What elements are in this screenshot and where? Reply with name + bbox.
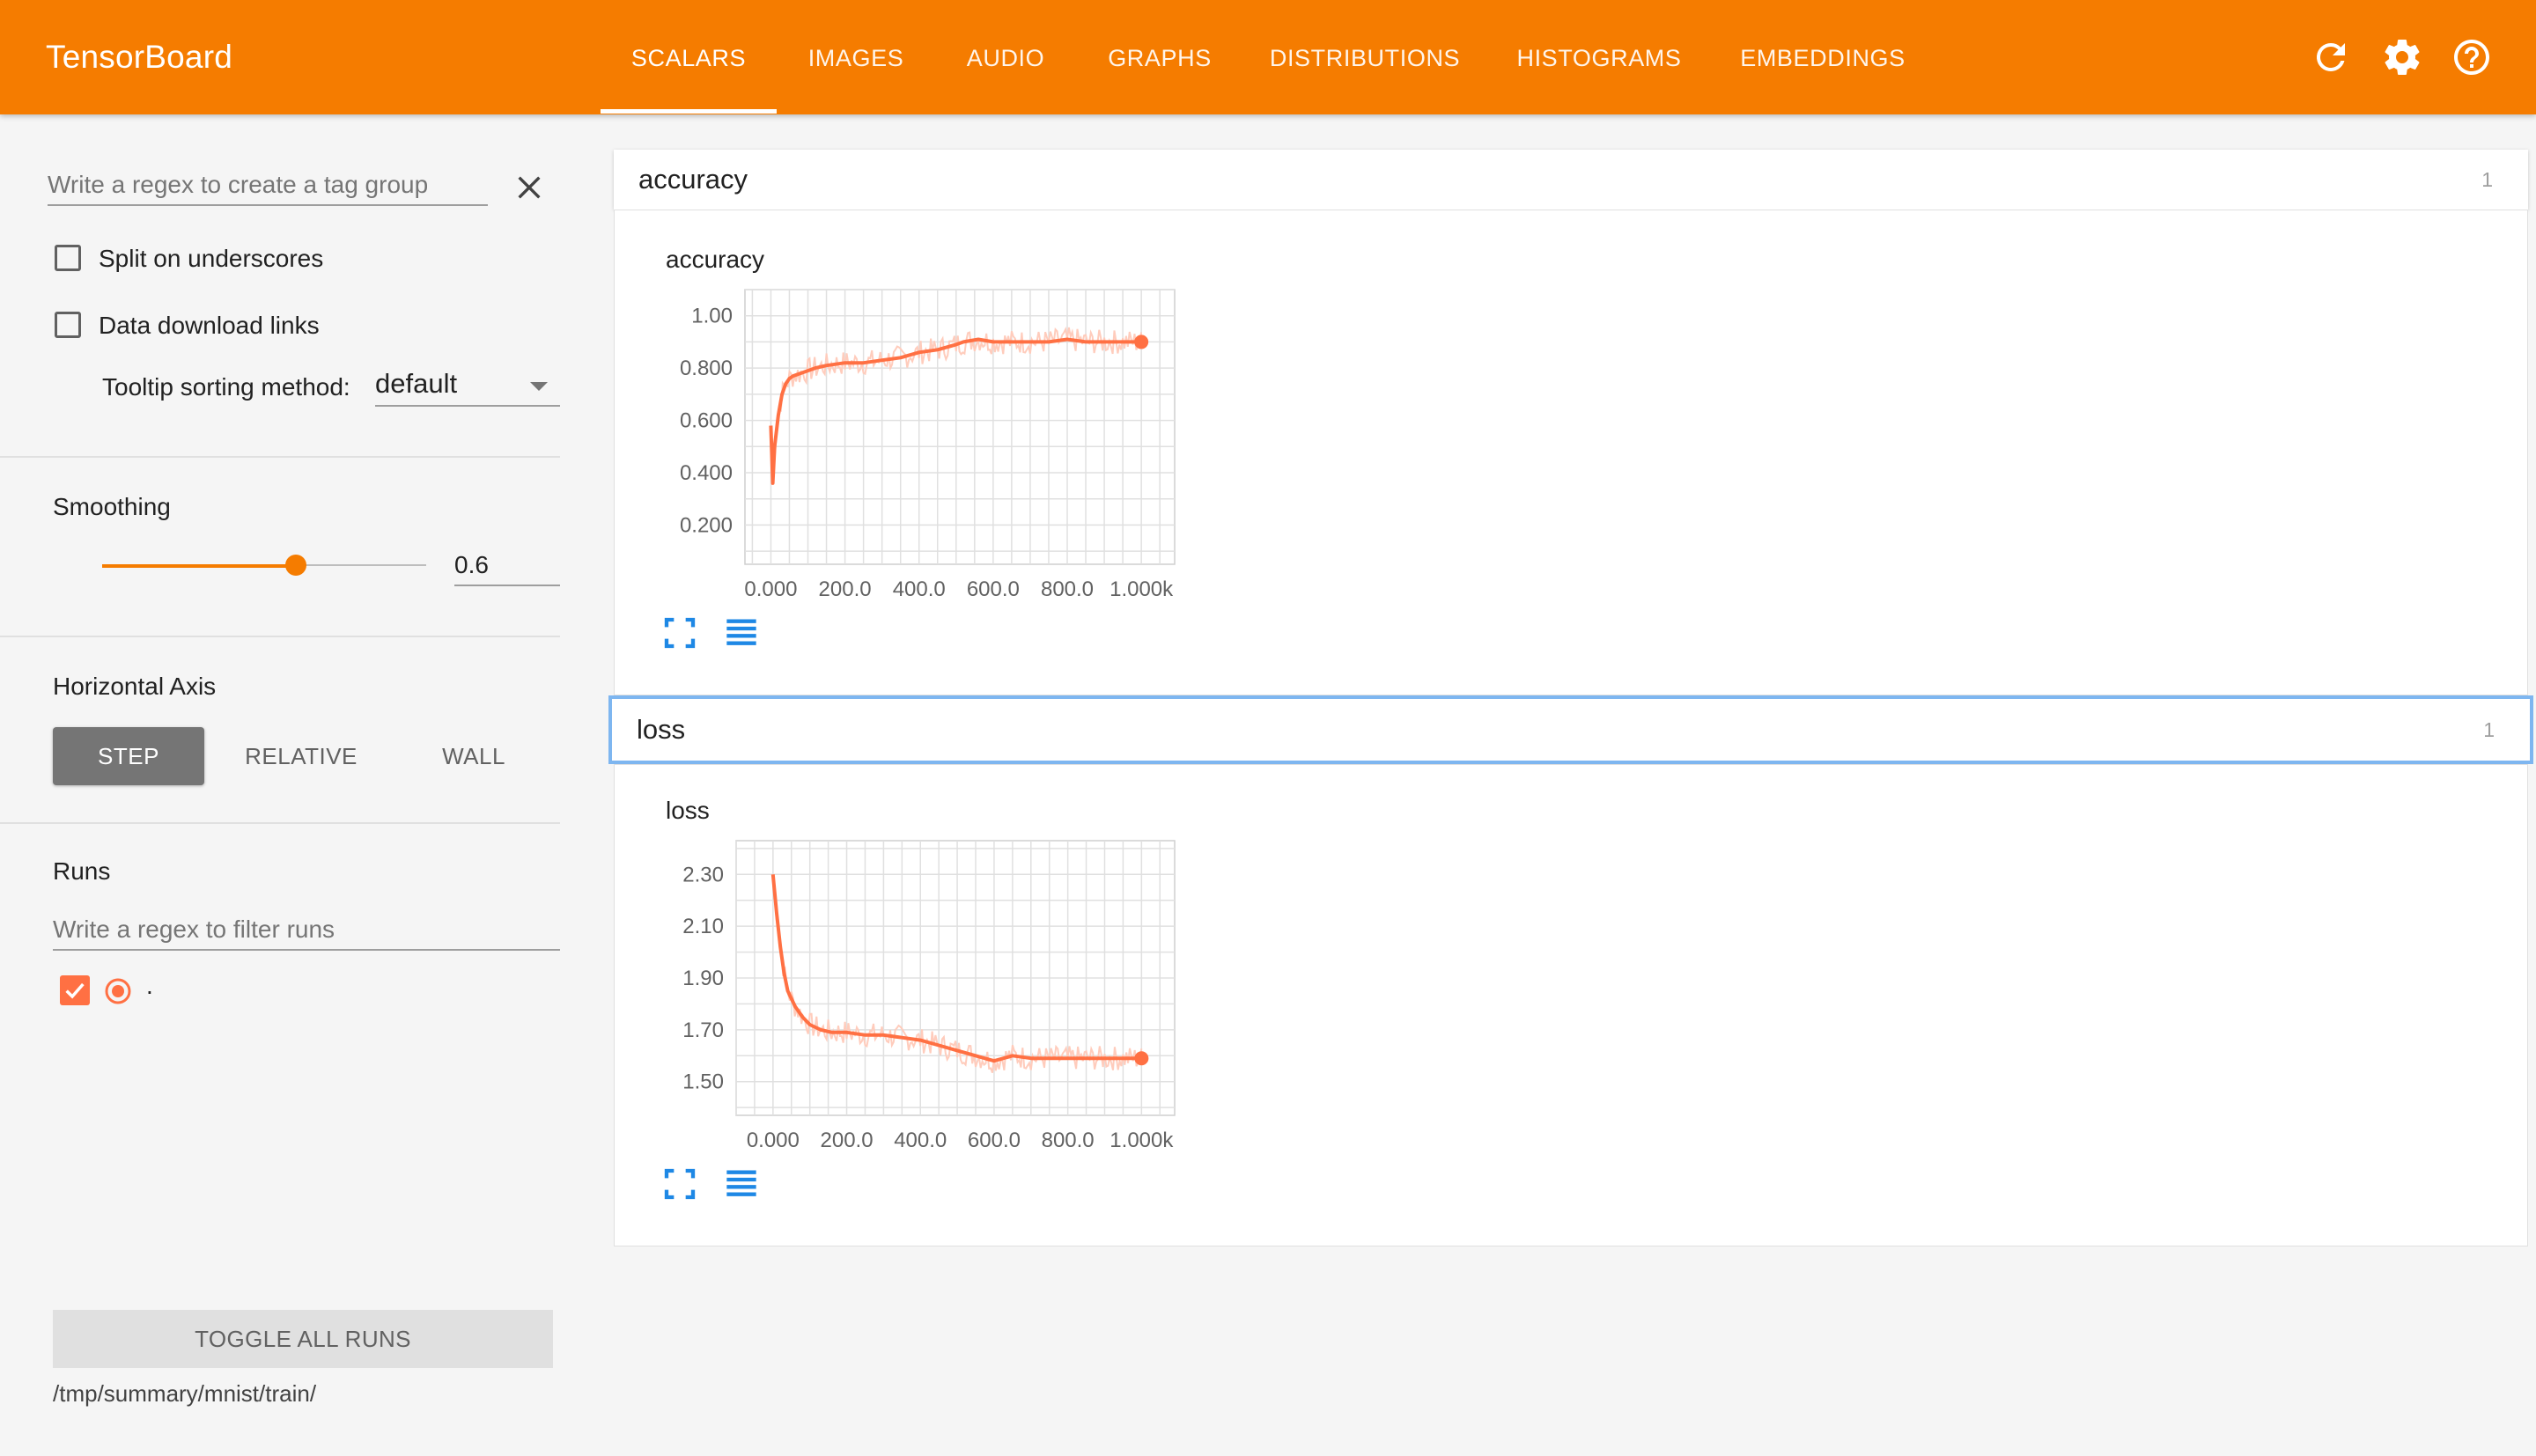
x-tick-label: 200.0 — [821, 1129, 874, 1152]
run-checkbox[interactable] — [60, 975, 90, 1005]
tab-distributions[interactable]: DISTRIBUTIONS — [1261, 0, 1469, 114]
x-tick-label: 800.0 — [1042, 1129, 1095, 1152]
plot-frame — [744, 289, 1176, 565]
split-underscores-checkbox[interactable] — [55, 245, 81, 271]
sidebar-divider — [0, 456, 560, 458]
dropdown-arrow-icon[interactable] — [528, 380, 549, 393]
smoothing-label: Smoothing — [53, 493, 171, 520]
x-tick-label: 1.000k — [1110, 1129, 1174, 1152]
y-tick-label: 1.70 — [682, 1018, 724, 1042]
toggle-all-runs-button[interactable]: TOGGLE ALL RUNS — [53, 1310, 553, 1368]
y-tick-label: 0.800 — [680, 357, 733, 380]
category-title: loss — [637, 714, 686, 745]
fullscreen-icon[interactable] — [662, 1166, 697, 1202]
horizontal-axis-label: Horizontal Axis — [53, 673, 217, 700]
runs-filter-input[interactable]: Write a regex to filter runs — [53, 916, 335, 944]
tag-regex-input[interactable]: Write a regex to create a tag group — [48, 171, 428, 199]
y-tick-label: 0.200 — [680, 513, 733, 537]
axis-step-button[interactable]: STEP — [53, 727, 204, 785]
x-tick-label: 400.0 — [894, 1129, 947, 1152]
data-table-icon[interactable] — [724, 1166, 759, 1202]
app-title: TensorBoard — [46, 39, 232, 75]
data-table-icon[interactable] — [724, 615, 759, 651]
loss-chart[interactable]: 0.000 200.0 400.0 600.0 800.0 1.000k 1.50 1.70 1… — [615, 765, 1231, 1152]
y-tick-label: 1.50 — [682, 1070, 724, 1094]
fullscreen-icon[interactable] — [662, 615, 697, 651]
x-tick-label: 1.000k — [1110, 577, 1174, 601]
y-tick-label: 0.400 — [680, 461, 733, 485]
sidebar-divider — [0, 822, 560, 824]
last-point-marker — [1134, 1051, 1149, 1066]
category-count: 1 — [2481, 168, 2493, 191]
x-tick-label: 0.000 — [747, 1129, 800, 1152]
x-tick-label: 0.000 — [744, 577, 797, 601]
download-links-checkbox[interactable] — [55, 312, 81, 338]
category-count: 1 — [2483, 718, 2495, 741]
last-point-marker — [1134, 335, 1149, 349]
help-icon[interactable] — [2451, 36, 2493, 78]
logdir-path: /tmp/summary/mnist/train/ — [53, 1380, 317, 1407]
accuracy-chart[interactable]: 0.000 200.0 400.0 600.0 800.0 1.000k 0.200 0.40… — [615, 210, 1231, 601]
sidebar-divider — [0, 636, 560, 637]
tab-graphs[interactable]: GRAPHS — [1094, 0, 1226, 114]
download-links-label: Data download links — [99, 312, 320, 339]
run-radio-icon[interactable] — [104, 977, 132, 1005]
x-tick-label: 200.0 — [819, 577, 872, 601]
y-tick-label: 1.00 — [691, 305, 733, 328]
category-pane-accuracy: accuracy 0.000 200.0 400.0 600.0 800.0 1.000k… — [614, 210, 2528, 695]
tab-scalars[interactable]: SCALARS — [601, 0, 777, 114]
y-tick-label: 1.90 — [682, 967, 724, 990]
smoothing-value-input[interactable]: 0.6 — [454, 551, 489, 579]
tooltip-sort-select[interactable]: default — [375, 368, 457, 400]
checkmark-icon — [65, 982, 85, 999]
smoothing-slider-fill — [102, 564, 296, 568]
tag-regex-underline — [48, 204, 488, 206]
axis-relative-button[interactable]: RELATIVE — [225, 727, 377, 785]
tab-embeddings[interactable]: EMBEDDINGS — [1729, 0, 1916, 114]
smoothing-value-underline — [454, 585, 560, 586]
y-tick-label: 0.600 — [680, 409, 733, 433]
tab-histograms[interactable]: HISTOGRAMS — [1504, 0, 1694, 114]
sidebar: Write a regex to create a tag group Spli… — [0, 114, 599, 1456]
runs-filter-underline — [53, 949, 560, 951]
category-header-accuracy[interactable]: accuracy 1 — [614, 150, 2528, 210]
tooltip-sort-underline — [375, 405, 560, 407]
y-tick-label: 2.30 — [682, 863, 724, 886]
category-pane-loss: loss 0.000 200.0 400.0 600.0 800.0 1.000k 1.50… — [614, 764, 2528, 1246]
category-header-loss[interactable]: loss 1 — [608, 695, 2533, 764]
settings-icon[interactable] — [2381, 36, 2423, 78]
refresh-icon[interactable] — [2310, 36, 2352, 78]
axis-wall-button[interactable]: WALL — [398, 727, 549, 785]
top-toolbar: TensorBoard SCALARS IMAGES AUDIO GRAPHS … — [0, 0, 2536, 114]
category-title: accuracy — [638, 164, 748, 195]
x-tick-label: 600.0 — [967, 577, 1020, 601]
x-tick-label: 800.0 — [1041, 577, 1094, 601]
smoothing-slider-track[interactable] — [296, 564, 426, 566]
split-underscores-label: Split on underscores — [99, 245, 324, 272]
tab-audio[interactable]: AUDIO — [953, 0, 1058, 114]
active-tab-indicator — [601, 109, 777, 114]
x-tick-label: 400.0 — [893, 577, 946, 601]
smoothing-slider-thumb[interactable] — [285, 555, 306, 576]
close-icon[interactable] — [514, 173, 544, 202]
tab-images[interactable]: IMAGES — [785, 0, 926, 114]
tooltip-sort-label: Tooltip sorting method: — [102, 373, 350, 401]
x-tick-label: 600.0 — [968, 1129, 1021, 1152]
y-tick-label: 2.10 — [682, 915, 724, 938]
runs-label: Runs — [53, 857, 111, 885]
run-name: . — [146, 972, 153, 999]
